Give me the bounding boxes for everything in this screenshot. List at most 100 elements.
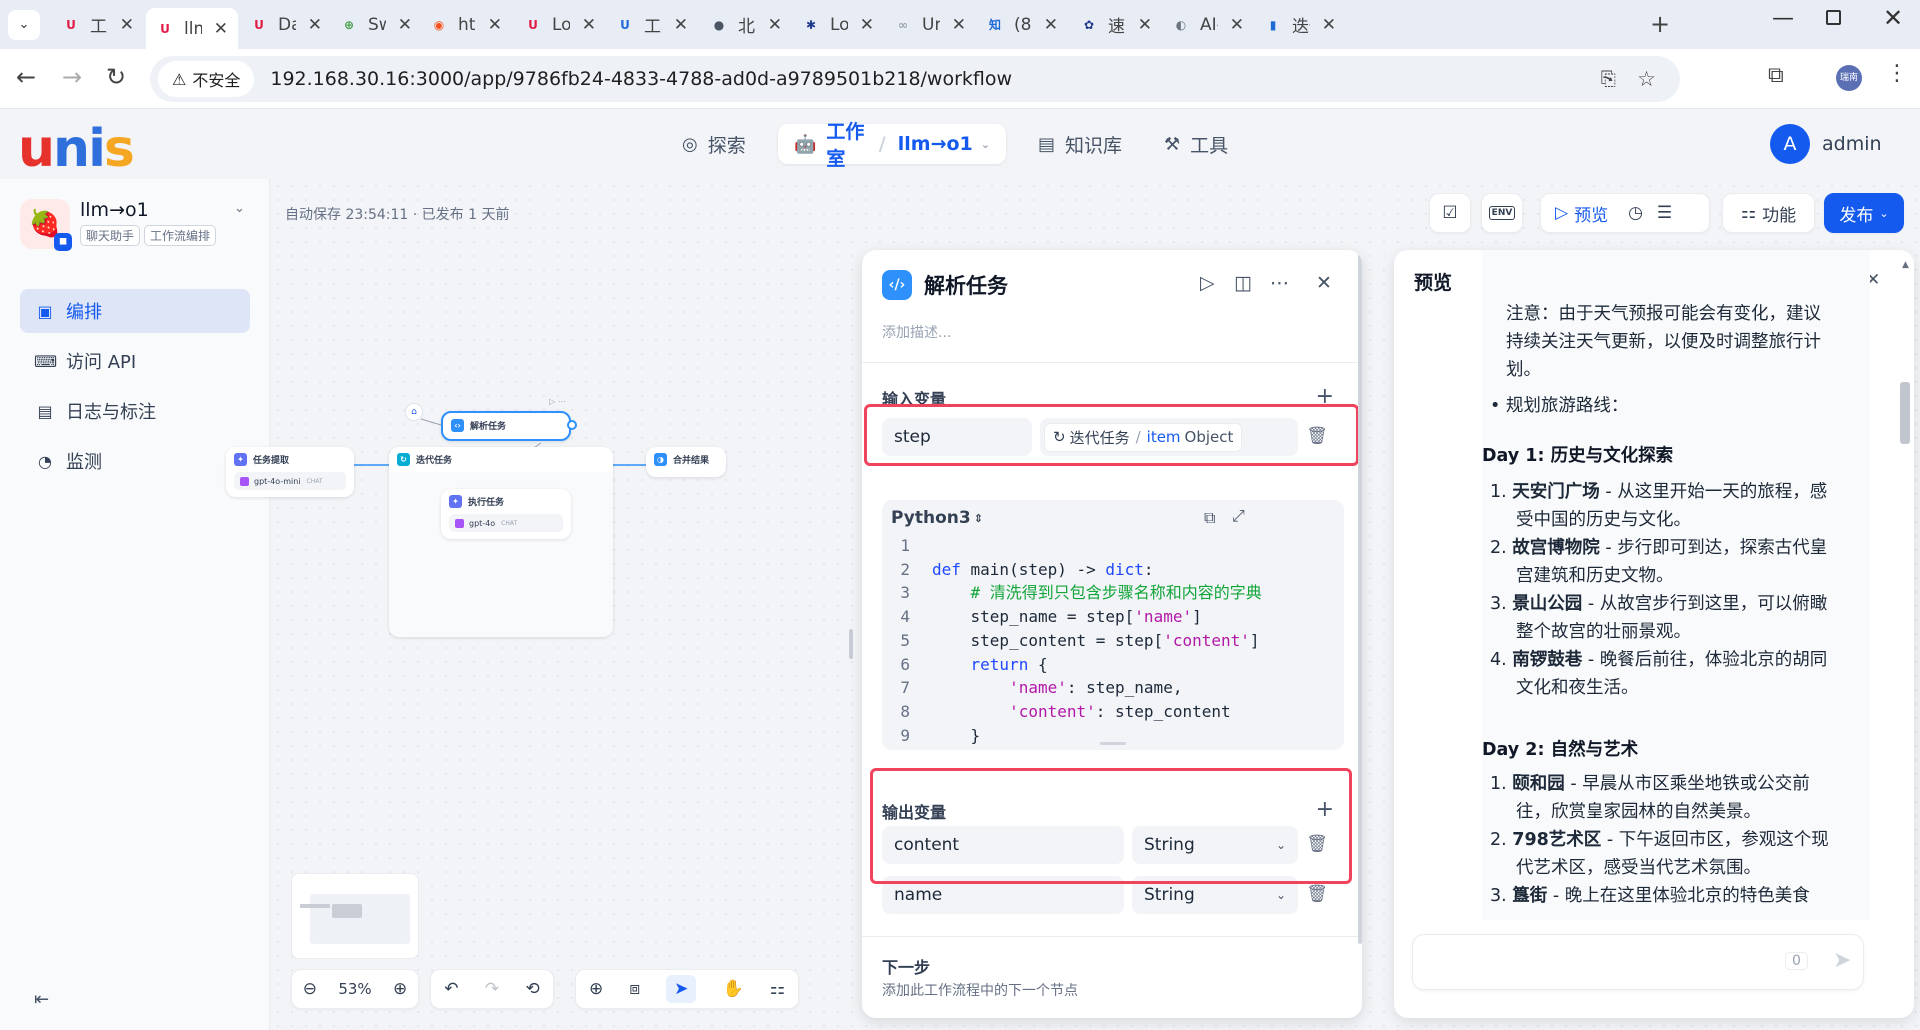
close-tab-icon[interactable]: ✕ xyxy=(120,15,134,35)
browser-tab[interactable]: 知 (80 ✕ xyxy=(976,8,1068,41)
run-step-icon[interactable]: ▷ xyxy=(1200,272,1215,294)
close-tab-icon[interactable]: ✕ xyxy=(1230,15,1244,35)
panel-resize-handle[interactable] xyxy=(849,629,853,659)
close-tab-icon[interactable]: ✕ xyxy=(1138,15,1152,35)
publish-button[interactable]: 发布 ⌄ xyxy=(1824,193,1904,233)
user-menu[interactable]: A admin xyxy=(1770,124,1882,164)
close-tab-icon[interactable]: ✕ xyxy=(488,15,502,35)
maximize-button[interactable] xyxy=(1826,10,1841,25)
parse-node-run-icon[interactable]: ▷ ⋯ xyxy=(549,397,566,406)
browser-tab[interactable]: ◐ AI-l ✕ xyxy=(1162,8,1254,41)
browser-tab[interactable]: U 工具 ✕ xyxy=(606,8,698,41)
split-view-icon[interactable]: ◫ xyxy=(1234,272,1252,294)
close-tab-icon[interactable]: ✕ xyxy=(398,15,412,35)
collapse-sidebar-icon[interactable]: ⇤ xyxy=(34,989,49,1010)
close-tab-icon[interactable]: ✕ xyxy=(860,15,874,35)
checklist-list-icon[interactable]: ☰ xyxy=(1657,203,1672,223)
unis-logo[interactable]: unis xyxy=(18,123,135,175)
close-tab-icon[interactable]: ✕ xyxy=(308,15,322,35)
send-icon[interactable]: ➤ xyxy=(1833,948,1851,973)
parse-node-handle[interactable] xyxy=(567,420,577,430)
features-button[interactable]: ⚏ 功能 xyxy=(1722,193,1815,233)
profile-avatar[interactable]: 瑞南 xyxy=(1836,65,1862,91)
node-execute-task[interactable]: ✦ 执行任务 gpt-4o CHAT xyxy=(441,489,571,539)
close-tab-icon[interactable]: ✕ xyxy=(1044,15,1058,35)
preview-button[interactable]: ▷ 预览 xyxy=(1555,201,1608,226)
env-button[interactable]: ENV xyxy=(1481,193,1523,233)
browser-tab[interactable]: U Dat ✕ xyxy=(240,8,332,41)
close-tab-icon[interactable]: ✕ xyxy=(214,19,228,39)
install-icon[interactable]: ⎘ xyxy=(1601,68,1616,90)
browser-tab[interactable]: U Log ✕ xyxy=(514,8,606,41)
close-tab-icon[interactable]: ✕ xyxy=(674,15,688,35)
extensions-icon[interactable]: ⧉ xyxy=(1768,63,1784,88)
editor-resize-handle[interactable] xyxy=(1100,742,1126,745)
preview-scrollbar[interactable]: ▲ xyxy=(1900,260,1910,930)
forward-icon[interactable]: → xyxy=(62,63,82,91)
nav-tools[interactable]: ⚒ 工具 xyxy=(1164,124,1228,164)
reload-icon[interactable]: ↻ xyxy=(106,63,126,91)
browser-tab[interactable]: ◉ http ✕ xyxy=(420,8,512,41)
browser-tab[interactable]: ⊕ Swa ✕ xyxy=(330,8,422,41)
pointer-icon[interactable]: ➤ xyxy=(666,975,697,1003)
new-tab-button[interactable]: + xyxy=(1650,10,1670,38)
more-icon[interactable]: ⋯ xyxy=(1270,272,1289,294)
redo-icon[interactable]: ↷ xyxy=(485,979,499,999)
add-note-icon[interactable]: ⧈ xyxy=(629,979,640,999)
close-tab-icon[interactable]: ✕ xyxy=(768,15,782,35)
nav-knowledge[interactable]: ▤ 知识库 xyxy=(1038,124,1122,164)
zoom-in-icon[interactable]: ⊕ xyxy=(393,979,407,999)
browser-tab[interactable]: U 工具 ✕ xyxy=(52,8,144,41)
delete-output-icon[interactable]: 🗑 xyxy=(1306,884,1328,904)
sidebar-item-orchestrate[interactable]: ▣ 编排 xyxy=(20,289,250,333)
minimap[interactable] xyxy=(291,873,419,959)
browser-menu-icon[interactable]: ⋮ xyxy=(1886,61,1908,86)
hand-icon[interactable]: ✋ xyxy=(722,979,743,999)
close-panel-icon[interactable]: ✕ xyxy=(1316,272,1332,294)
zoom-out-icon[interactable]: ⊖ xyxy=(303,979,317,999)
url-field[interactable]: ⚠ 不安全 192.168.30.16:3000/app/9786fb24-48… xyxy=(150,56,1680,102)
chat-input[interactable]: 0 ➤ xyxy=(1412,934,1864,990)
sidebar-item-logs[interactable]: ▤ 日志与标注 xyxy=(20,389,250,433)
node-merge-results[interactable]: ◑ 合并结果 xyxy=(646,447,726,477)
run-history-icon[interactable]: ◷ xyxy=(1628,203,1643,223)
version-history-icon[interactable]: ⟲ xyxy=(526,979,540,999)
code-editor[interactable]: Python3 ⇕ ⧉ ⤢ 1 2 def main(step) -> dict: … xyxy=(882,500,1344,750)
node-parse-task[interactable]: ‹› 解析任务 xyxy=(441,411,571,441)
bookmark-star-icon[interactable]: ☆ xyxy=(1637,67,1656,91)
checklist-button[interactable]: ☑ xyxy=(1429,193,1471,233)
close-tab-icon[interactable]: ✕ xyxy=(952,15,966,35)
tab-search-button[interactable]: ⌄ xyxy=(8,10,40,40)
close-window-button[interactable]: ✕ xyxy=(1883,4,1903,32)
current-app-name[interactable]: llm→o1 xyxy=(898,133,973,155)
sidebar-item-monitor[interactable]: ◔ 监测 xyxy=(20,439,250,483)
node-task-extract[interactable]: ✦ 任务提取 gpt-4o-mini CHAT xyxy=(226,447,354,497)
browser-tab[interactable]: ▮ 迭代 ✕ xyxy=(1254,8,1346,41)
browser-tab[interactable]: ✱ Log ✕ xyxy=(792,8,884,41)
zoom-level[interactable]: 53% xyxy=(338,980,371,998)
add-node-icon[interactable]: ⊕ xyxy=(589,979,603,999)
close-tab-icon[interactable]: ✕ xyxy=(582,15,596,35)
app-menu-chevron-icon[interactable]: ⌄ xyxy=(234,201,245,216)
undo-icon[interactable]: ↶ xyxy=(444,979,458,999)
browser-tab[interactable]: Ullm ✕ xyxy=(146,8,238,49)
nav-studio[interactable]: 🤖 工作室 / llm→o1 ⌄ xyxy=(778,121,1006,170)
security-chip[interactable]: ⚠ 不安全 xyxy=(158,61,255,97)
description-input[interactable]: 添加描述... xyxy=(882,322,951,342)
sidebar-item-api[interactable]: ⌨ 访问 API xyxy=(20,339,250,383)
nav-explore[interactable]: ◎ 探索 xyxy=(682,124,746,164)
organize-icon[interactable]: ⚏ xyxy=(770,979,785,999)
language-selector[interactable]: Python3 ⇕ xyxy=(891,508,983,528)
close-tab-icon[interactable]: ✕ xyxy=(1322,15,1336,35)
panel-title[interactable]: 解析任务 xyxy=(924,270,1008,300)
node-iteration[interactable]: ↻ 迭代任务 xyxy=(389,447,613,637)
expand-icon[interactable]: ⤢ xyxy=(1232,506,1245,526)
copy-code-icon[interactable]: ⧉ xyxy=(1204,508,1215,528)
panel-scrollbar[interactable] xyxy=(1358,254,1362,944)
browser-tab[interactable]: ● 北京 ✕ xyxy=(700,8,792,41)
app-name[interactable]: llm→o1 xyxy=(80,199,149,221)
back-icon[interactable]: ← xyxy=(16,63,36,91)
browser-tab[interactable]: ∞ Uni ✕ xyxy=(884,8,976,41)
browser-tab[interactable]: ✿ 速写 ✕ xyxy=(1070,8,1162,41)
minimize-button[interactable]: — xyxy=(1772,6,1794,31)
